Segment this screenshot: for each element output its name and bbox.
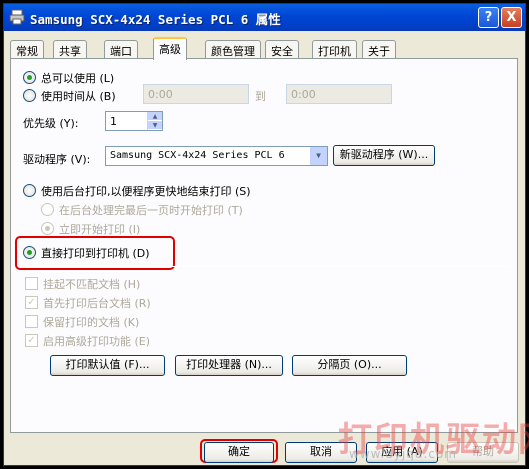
print-direct-radio[interactable] (23, 246, 36, 259)
printer-icon (9, 9, 25, 25)
spin-up-icon[interactable]: ▲ (148, 112, 162, 121)
printing-defaults-button[interactable]: 打印默认值 (F)... (50, 355, 165, 376)
separator-page-button[interactable]: 分隔页 (O)... (292, 355, 407, 376)
available-from-label[interactable]: 使用时间从 (B) (41, 88, 116, 104)
chevron-down-icon[interactable]: ▼ (310, 147, 327, 165)
advanced-features-label[interactable]: 启用高级打印功能 (E) (43, 333, 150, 349)
spool-label[interactable]: 使用后台打印,以便程序更快地结束打印 (S) (41, 183, 251, 199)
priority-label: 优先级 (Y): (23, 117, 79, 130)
tab-general[interactable]: 常规 (10, 40, 44, 59)
advanced-features-checkbox[interactable]: ✓ (25, 334, 38, 347)
priority-spin[interactable]: ▲ ▼ (147, 112, 162, 130)
always-available-radio[interactable] (23, 71, 36, 84)
watermark-url: www.dyjqd.com (349, 447, 457, 461)
advanced-panel: 总可以使用 (L) 使用时间从 (B) 0:00 到 0:00 优先级 (Y):… (10, 58, 518, 433)
available-from-radio[interactable] (23, 89, 36, 102)
start-after-last-page-radio[interactable] (41, 203, 54, 216)
title-bar[interactable]: Samsung SCX-4x24 Series PCL 6 属性 ? X (4, 4, 525, 31)
keep-printed-label[interactable]: 保留打印的文档 (K) (43, 314, 139, 330)
tab-device[interactable]: 打印机 (312, 40, 357, 59)
start-immediately-radio[interactable] (41, 222, 54, 235)
tab-security[interactable]: 安全 (265, 40, 299, 59)
printer-properties-dialog: Samsung SCX-4x24 Series PCL 6 属性 ? X 常规 … (3, 3, 529, 466)
tab-sharing[interactable]: 共享 (53, 40, 87, 59)
print-processor-button[interactable]: 打印处理器 (N)... (175, 355, 283, 376)
ok-button[interactable]: 确定 (204, 442, 274, 463)
driver-select[interactable]: Samsung SCX-4x24 Series PCL 6 ▼ (105, 146, 328, 166)
priority-stepper[interactable]: 1 ▲ ▼ (105, 111, 163, 131)
divider (23, 266, 509, 267)
driver-select-value: Samsung SCX-4x24 Series PCL 6 (110, 150, 285, 161)
to-time-value: 0:00 (291, 88, 316, 101)
tab-color-management[interactable]: 颜色管理 (205, 40, 261, 59)
from-time-value: 0:00 (148, 88, 173, 101)
keep-printed-checkbox[interactable] (25, 315, 38, 328)
driver-label: 驱动程序 (V): (23, 153, 91, 166)
spool-radio[interactable] (23, 184, 36, 197)
close-icon[interactable]: X (501, 7, 522, 28)
from-time-field[interactable]: 0:00 (143, 84, 249, 104)
hold-mismatched-checkbox[interactable] (25, 277, 38, 290)
hold-mismatched-label[interactable]: 挂起不匹配文档 (H) (43, 276, 140, 292)
always-available-label[interactable]: 总可以使用 (L) (41, 70, 114, 86)
to-label: 到 (255, 90, 266, 103)
start-immediately-label[interactable]: 立即开始打印 (I) (59, 221, 140, 237)
to-time-field[interactable]: 0:00 (286, 84, 392, 104)
spin-down-icon[interactable]: ▼ (148, 121, 162, 130)
print-spooled-first-checkbox[interactable]: ✓ (25, 296, 38, 309)
print-direct-label[interactable]: 直接打印到打印机 (D) (41, 245, 150, 261)
new-driver-button[interactable]: 新驱动程序 (W)... (333, 145, 435, 166)
tab-about[interactable]: 关于 (362, 40, 396, 59)
print-spooled-first-label[interactable]: 首先打印后台文档 (R) (43, 295, 151, 311)
priority-value: 1 (110, 115, 117, 128)
start-after-last-page-label[interactable]: 在后台处理完最后一页时开始打印 (T) (59, 202, 243, 218)
tab-advanced[interactable]: 高级 (153, 37, 187, 60)
window-title: Samsung SCX-4x24 Series PCL 6 属性 (30, 12, 281, 27)
help-icon[interactable]: ? (478, 7, 499, 28)
tab-ports[interactable]: 端口 (104, 40, 138, 59)
